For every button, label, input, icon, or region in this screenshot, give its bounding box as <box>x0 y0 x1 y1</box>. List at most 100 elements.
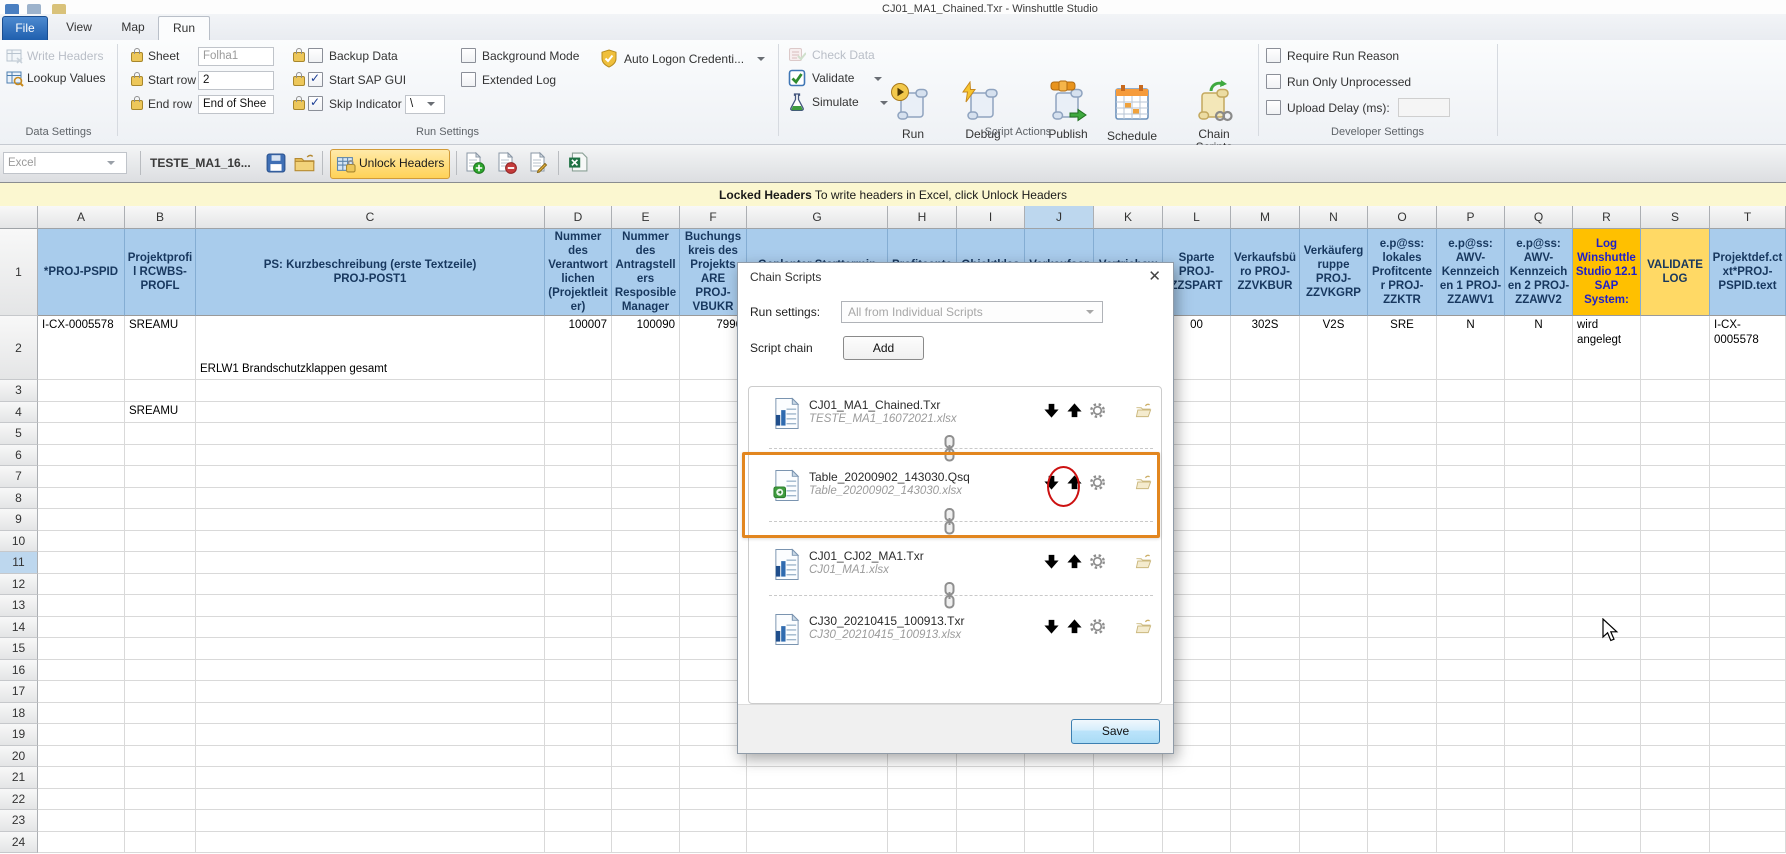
cell-M22[interactable] <box>1231 789 1300 811</box>
cell-E6[interactable] <box>612 445 680 467</box>
cell-O21[interactable] <box>1368 767 1437 789</box>
cell-R16[interactable] <box>1573 660 1641 682</box>
cell-H24[interactable] <box>888 832 957 854</box>
cell-E5[interactable] <box>612 423 680 445</box>
cell-T21[interactable] <box>1710 767 1786 789</box>
cell-S1[interactable]: VALIDATE LOG <box>1641 229 1710 316</box>
cell-S24[interactable] <box>1641 832 1710 854</box>
cell-R20[interactable] <box>1573 746 1641 768</box>
cell-M6[interactable] <box>1231 445 1300 467</box>
cell-E24[interactable] <box>612 832 680 854</box>
cell-T7[interactable] <box>1710 466 1786 488</box>
cell-P14[interactable] <box>1437 617 1505 639</box>
row-header-22[interactable]: 22 <box>0 789 38 811</box>
cell-T17[interactable] <box>1710 681 1786 703</box>
cell-M17[interactable] <box>1231 681 1300 703</box>
cell-R6[interactable] <box>1573 445 1641 467</box>
cell-S18[interactable] <box>1641 703 1710 725</box>
cell-S21[interactable] <box>1641 767 1710 789</box>
select-all-corner[interactable] <box>0 206 38 229</box>
cell-S14[interactable] <box>1641 617 1710 639</box>
cell-R1[interactable]: Log Winshuttle Studio 12.1 SAP System: <box>1573 229 1641 316</box>
cell-O22[interactable] <box>1368 789 1437 811</box>
cell-S4[interactable] <box>1641 402 1710 424</box>
cell-B18[interactable] <box>125 703 196 725</box>
settings-gear-icon[interactable] <box>1089 553 1106 570</box>
cell-E21[interactable] <box>612 767 680 789</box>
column-header-D[interactable]: D <box>545 206 612 229</box>
cell-M1[interactable]: Verkaufsbüro PROJ-ZZVKBUR <box>1231 229 1300 316</box>
cell-S3[interactable] <box>1641 380 1710 402</box>
cell-C13[interactable] <box>196 595 545 617</box>
cell-E4[interactable] <box>612 402 680 424</box>
cell-O16[interactable] <box>1368 660 1437 682</box>
cell-M4[interactable] <box>1231 402 1300 424</box>
cell-O1[interactable]: e.p@ss: lokales Profitcenter PROJ-ZZKTR <box>1368 229 1437 316</box>
column-header-Q[interactable]: Q <box>1505 206 1573 229</box>
cell-O19[interactable] <box>1368 724 1437 746</box>
cell-M19[interactable] <box>1231 724 1300 746</box>
cell-Q18[interactable] <box>1505 703 1573 725</box>
column-header-A[interactable]: A <box>38 206 125 229</box>
cell-F24[interactable] <box>680 832 747 854</box>
tab-run[interactable]: Run <box>158 16 210 40</box>
cell-O6[interactable] <box>1368 445 1437 467</box>
add-script-button[interactable]: Add <box>843 336 924 360</box>
cell-A20[interactable] <box>38 746 125 768</box>
cell-N20[interactable] <box>1300 746 1368 768</box>
cell-T13[interactable] <box>1710 595 1786 617</box>
cell-P23[interactable] <box>1437 810 1505 832</box>
cell-P2[interactable]: N <box>1437 316 1505 380</box>
cell-C22[interactable] <box>196 789 545 811</box>
row-header-13[interactable]: 13 <box>0 595 38 617</box>
row-header-16[interactable]: 16 <box>0 660 38 682</box>
cell-E8[interactable] <box>612 488 680 510</box>
cell-P19[interactable] <box>1437 724 1505 746</box>
row-header-9[interactable]: 9 <box>0 509 38 531</box>
open-folder-icon[interactable] <box>294 153 316 173</box>
cell-E2[interactable]: 100090 <box>612 316 680 380</box>
cell-P6[interactable] <box>1437 445 1505 467</box>
validate-button[interactable]: Validate <box>812 71 854 85</box>
cell-N15[interactable] <box>1300 638 1368 660</box>
cell-M5[interactable] <box>1231 423 1300 445</box>
cell-T11[interactable] <box>1710 552 1786 574</box>
cell-T14[interactable] <box>1710 617 1786 639</box>
row-header-4[interactable]: 4 <box>0 402 38 424</box>
cell-C17[interactable] <box>196 681 545 703</box>
cell-R24[interactable] <box>1573 832 1641 854</box>
cell-B15[interactable] <box>125 638 196 660</box>
auto-logon-caret-icon[interactable] <box>757 57 765 61</box>
cell-Q9[interactable] <box>1505 509 1573 531</box>
cell-T19[interactable] <box>1710 724 1786 746</box>
cell-D5[interactable] <box>545 423 612 445</box>
cell-E20[interactable] <box>612 746 680 768</box>
cell-J21[interactable] <box>1025 767 1094 789</box>
cell-T16[interactable] <box>1710 660 1786 682</box>
cell-E9[interactable] <box>612 509 680 531</box>
cell-G23[interactable] <box>747 810 888 832</box>
cell-A10[interactable] <box>38 531 125 553</box>
cell-P3[interactable] <box>1437 380 1505 402</box>
cell-B19[interactable] <box>125 724 196 746</box>
cell-N7[interactable] <box>1300 466 1368 488</box>
cell-Q17[interactable] <box>1505 681 1573 703</box>
column-header-M[interactable]: M <box>1231 206 1300 229</box>
cell-E18[interactable] <box>612 703 680 725</box>
cell-O23[interactable] <box>1368 810 1437 832</box>
open-file-icon[interactable] <box>1135 618 1152 635</box>
cell-N16[interactable] <box>1300 660 1368 682</box>
column-header-G[interactable]: G <box>747 206 888 229</box>
cell-O11[interactable] <box>1368 552 1437 574</box>
start-sap-gui-checkbox[interactable] <box>308 72 323 87</box>
cell-O13[interactable] <box>1368 595 1437 617</box>
column-header-L[interactable]: L <box>1163 206 1231 229</box>
skip-indicator-combo[interactable]: \ <box>405 95 445 114</box>
cell-F22[interactable] <box>680 789 747 811</box>
cell-P12[interactable] <box>1437 574 1505 596</box>
cell-J24[interactable] <box>1025 832 1094 854</box>
cell-T9[interactable] <box>1710 509 1786 531</box>
cell-D8[interactable] <box>545 488 612 510</box>
cell-P21[interactable] <box>1437 767 1505 789</box>
cell-Q7[interactable] <box>1505 466 1573 488</box>
